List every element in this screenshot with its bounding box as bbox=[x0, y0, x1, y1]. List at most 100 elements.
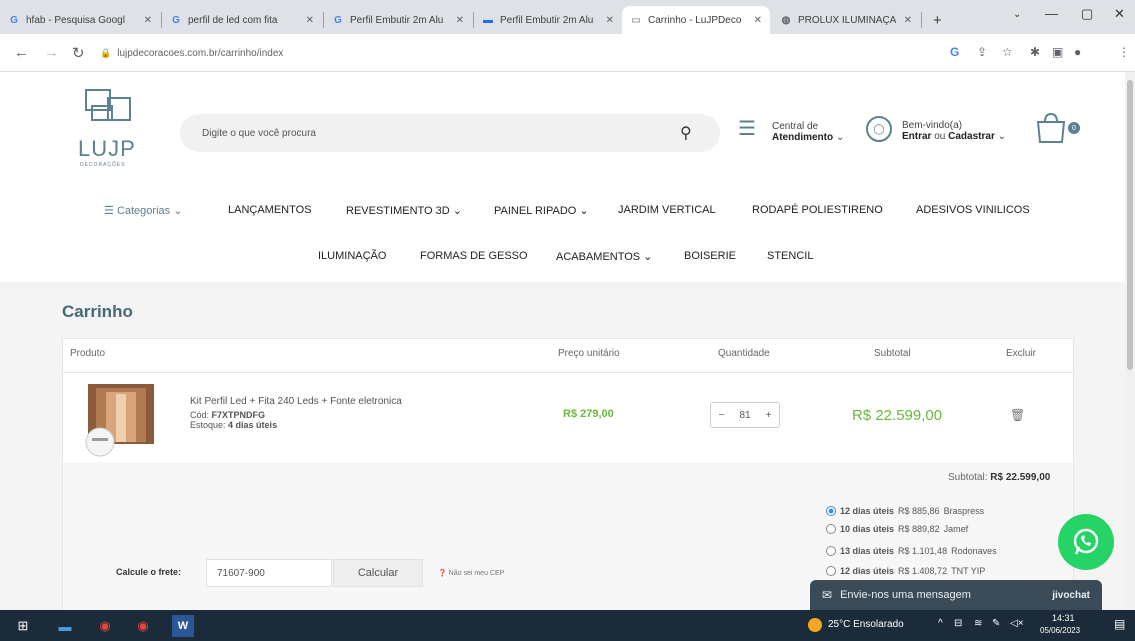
lock-icon: 🔒 bbox=[100, 47, 112, 58]
site-logo[interactable]: LUJP DECORAÇÕES bbox=[78, 88, 148, 170]
close-icon[interactable]: ✕ bbox=[904, 15, 912, 26]
shipping-option[interactable]: 12 dias úteis R$ 1.408,72 TNT YIP bbox=[826, 566, 985, 576]
chrome-profile-icon[interactable]: ◉ bbox=[132, 615, 154, 637]
whatsapp-button[interactable] bbox=[1058, 514, 1114, 570]
help-icon: ❓ bbox=[438, 570, 447, 577]
nav-revestimento-3d[interactable]: REVESTIMENTO 3D ⌄ bbox=[346, 204, 462, 217]
product-name[interactable]: Kit Perfil Led + Fita 240 Leds + Fonte e… bbox=[190, 396, 402, 407]
cep-input[interactable] bbox=[206, 559, 332, 587]
forward-icon[interactable]: → bbox=[44, 44, 59, 61]
decrement-button[interactable]: − bbox=[719, 410, 725, 421]
browser-tab[interactable]: ▬ Perfil Embutir 2m Alu ✕ bbox=[474, 6, 622, 34]
calculate-shipping-button[interactable]: Calcular bbox=[333, 559, 423, 587]
chat-widget[interactable]: ✉ Envie-nos uma mensagem jivochat bbox=[810, 580, 1102, 610]
weather-icon[interactable] bbox=[808, 618, 822, 632]
restore-icon[interactable]: ▢ bbox=[1081, 6, 1093, 22]
close-icon[interactable]: ✕ bbox=[306, 15, 314, 26]
chrome-icon[interactable]: ◉ bbox=[94, 615, 116, 637]
address-bar: ← → ↻ 🔒 lujpdecoracoes.com.br/carrinho/i… bbox=[0, 34, 1135, 72]
extensions-icon[interactable]: ✱ bbox=[1030, 45, 1040, 59]
shopping-bag-icon bbox=[1036, 112, 1066, 143]
close-icon[interactable]: ✕ bbox=[144, 15, 152, 26]
file-explorer-icon[interactable]: ▬ bbox=[54, 615, 76, 637]
radio-selected[interactable] bbox=[826, 506, 836, 516]
share-icon[interactable]: ⇪ bbox=[977, 45, 987, 59]
wifi-icon[interactable]: ≋ bbox=[974, 618, 982, 629]
shipping-option[interactable]: 12 dias úteis R$ 885,86 Braspress bbox=[826, 506, 984, 516]
close-icon[interactable]: ✕ bbox=[456, 15, 464, 26]
notifications-icon[interactable]: ▤ bbox=[1114, 617, 1125, 631]
browser-tab-active[interactable]: ▭ Carrinho - LuJPDeco ✕ bbox=[622, 6, 770, 34]
browser-tab[interactable]: G perfil de led com fita ✕ bbox=[162, 6, 322, 34]
clock-time[interactable]: 14:31 bbox=[1052, 613, 1075, 623]
increment-button[interactable]: + bbox=[766, 410, 772, 421]
clock-date[interactable]: 05/06/2023 bbox=[1040, 626, 1080, 635]
search-input[interactable] bbox=[202, 114, 672, 152]
nav-adesivos-vinilicos[interactable]: ADESIVOS VINILICOS bbox=[916, 204, 1030, 216]
chevron-down-icon: ⌄ bbox=[997, 131, 1007, 142]
star-icon[interactable]: ☆ bbox=[1002, 45, 1013, 59]
back-icon[interactable]: ← bbox=[14, 44, 29, 61]
url-text: lujpdecoracoes.com.br/carrinho/index bbox=[117, 47, 284, 59]
browser-tab[interactable]: G hfab - Pesquisa Googl ✕ bbox=[0, 6, 160, 34]
volume-icon[interactable]: ◁× bbox=[1010, 618, 1024, 629]
logo-text: LUJP bbox=[78, 136, 136, 161]
sidepanel-icon[interactable]: ▣ bbox=[1052, 45, 1063, 59]
quantity-value[interactable]: 81 bbox=[739, 410, 750, 421]
close-window-icon[interactable]: ✕ bbox=[1114, 6, 1125, 22]
nav-lancamentos[interactable]: LANÇAMENTOS bbox=[228, 204, 312, 216]
product-image[interactable] bbox=[80, 380, 160, 458]
dont-know-cep-link[interactable]: ❓ Não sei meu CEP bbox=[438, 569, 504, 577]
new-tab-button[interactable]: + bbox=[925, 6, 951, 34]
minimize-icon[interactable]: — bbox=[1045, 6, 1058, 21]
windows-start-icon[interactable]: ⊞ bbox=[12, 615, 34, 637]
shipping-option[interactable]: 13 dias úteis R$ 1.101,48 Rodonaves bbox=[826, 546, 997, 556]
search-icon[interactable]: ⚲ bbox=[680, 123, 692, 143]
word-icon[interactable]: W bbox=[172, 615, 194, 637]
nav-categories[interactable]: ☰ Categorias ⌄ bbox=[104, 204, 182, 217]
reload-icon[interactable]: ↻ bbox=[72, 44, 85, 62]
tab-title: perfil de led com fita bbox=[188, 14, 278, 26]
tray-chevron-icon[interactable]: ^ bbox=[938, 618, 943, 629]
column-header-subtotal: Subtotal bbox=[874, 348, 911, 359]
radio[interactable] bbox=[826, 546, 836, 556]
nav-jardim-vertical[interactable]: JARDIM VERTICAL bbox=[618, 204, 716, 216]
menu-icon[interactable]: ⋮ bbox=[1118, 45, 1130, 59]
register-link[interactable]: Cadastrar bbox=[948, 131, 995, 142]
pen-icon[interactable]: ✎ bbox=[992, 618, 1000, 629]
scrollbar-thumb[interactable] bbox=[1127, 80, 1133, 370]
login-link[interactable]: Entrar bbox=[902, 131, 931, 142]
radio[interactable] bbox=[826, 524, 836, 534]
shipping-option[interactable]: 10 dias úteis R$ 889,82 Jamef bbox=[826, 524, 968, 534]
item-subtotal: R$ 22.599,00 bbox=[852, 407, 943, 424]
cart-button[interactable]: 0 bbox=[1034, 112, 1090, 146]
chevron-down-icon[interactable]: ⌄ bbox=[1013, 9, 1021, 20]
url-field[interactable]: 🔒 lujpdecoracoes.com.br/carrinho/index bbox=[100, 40, 940, 66]
close-icon[interactable]: ✕ bbox=[754, 15, 762, 26]
welcome-line1: Bem-vindo(a) bbox=[902, 120, 963, 131]
trash-icon[interactable]: 🗑 bbox=[1010, 408, 1025, 422]
weather-text[interactable]: 25°C Ensolarado bbox=[828, 619, 904, 630]
account-link[interactable]: ◯ Bem-vindo(a) Entrar ou Cadastrar ⌄ bbox=[866, 116, 1026, 148]
service-line2: Atendimento bbox=[772, 132, 834, 143]
nav-acabamentos[interactable]: ACABAMENTOS ⌄ bbox=[556, 250, 652, 263]
nav-painel-ripado[interactable]: PAINEL RIPADO ⌄ bbox=[494, 204, 589, 217]
product-stock: Estoque: 4 dias úteis bbox=[190, 420, 278, 430]
browser-tab[interactable]: ◍ PROLUX ILUMINAÇÃ ✕ bbox=[772, 6, 920, 34]
product-code: Cód: F7XTPNDFG bbox=[190, 410, 266, 420]
nav-iluminacao[interactable]: ILUMINAÇÃO bbox=[318, 250, 386, 262]
nav-stencil[interactable]: STENCIL bbox=[767, 250, 813, 262]
column-header-unit-price: Preço unitário bbox=[558, 348, 620, 359]
nav-formas-de-gesso[interactable]: FORMAS DE GESSO bbox=[420, 250, 528, 262]
nav-boiserie[interactable]: BOISERIE bbox=[684, 250, 736, 262]
radio[interactable] bbox=[826, 566, 836, 576]
google-lens-icon[interactable]: G bbox=[950, 45, 959, 59]
network-icon[interactable]: ⊟ bbox=[954, 618, 962, 629]
chat-message: Envie-nos uma mensagem bbox=[840, 589, 971, 601]
nav-rodape-poliestireno[interactable]: RODAPÉ POLIESTIRENO bbox=[752, 204, 883, 216]
tab-title: Carrinho - LuJPDeco bbox=[648, 14, 742, 26]
close-icon[interactable]: ✕ bbox=[606, 15, 614, 26]
profile-icon[interactable]: ● bbox=[1074, 45, 1081, 59]
page-favicon-icon: ▭ bbox=[631, 14, 641, 26]
browser-tab[interactable]: G Perfil Embutir 2m Alu ✕ bbox=[324, 6, 472, 34]
